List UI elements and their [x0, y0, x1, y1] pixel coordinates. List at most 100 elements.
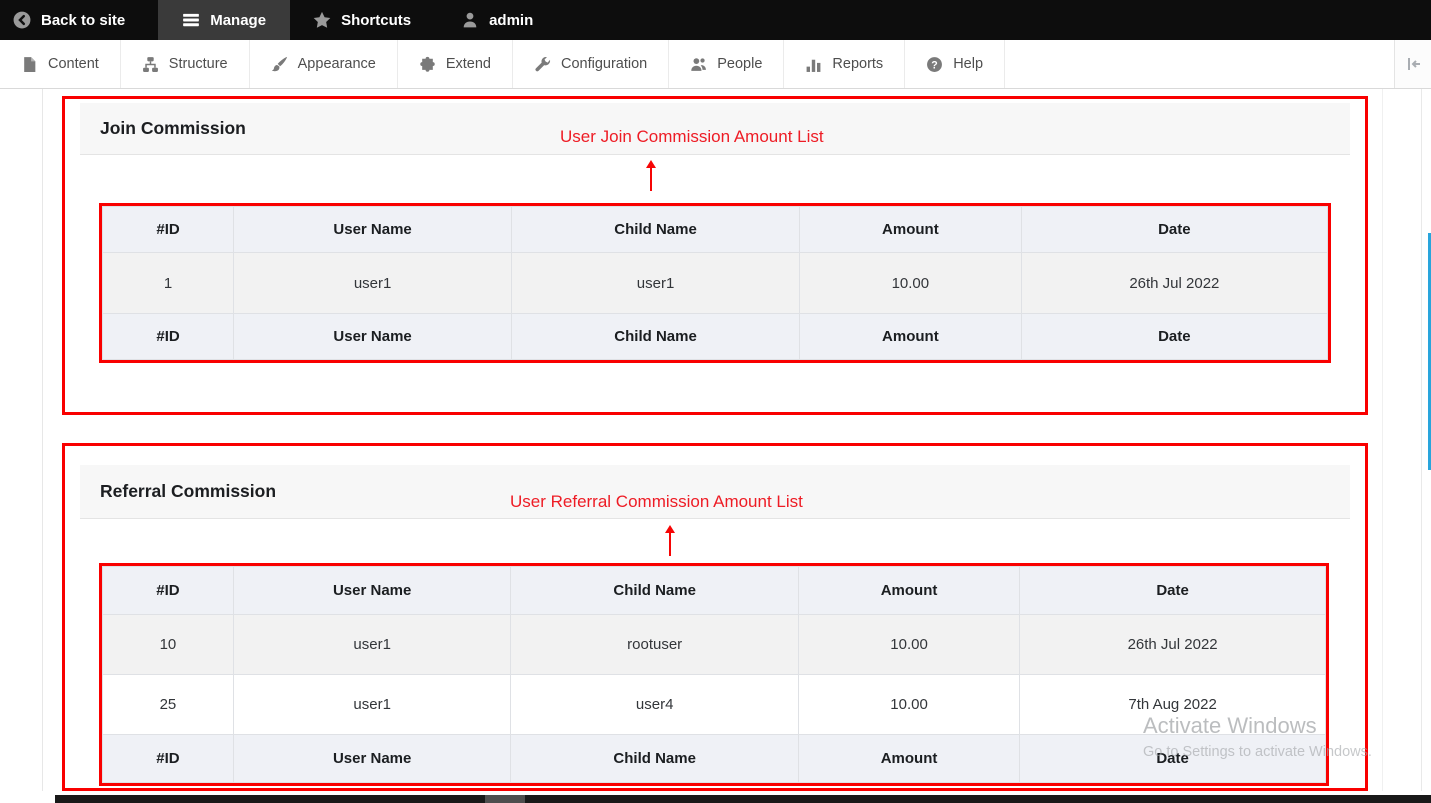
table-row: 10 user1 rootuser 10.00 26th Jul 2022	[103, 615, 1326, 675]
toolbar-orientation-toggle[interactable]	[1394, 40, 1431, 88]
col-footer-child-name: Child Name	[511, 735, 798, 783]
col-header-user-name: User Name	[234, 207, 512, 253]
menu-item-people[interactable]: People	[669, 40, 784, 88]
cell-amount: 10.00	[798, 615, 1019, 675]
menu-item-help[interactable]: ? Help	[905, 40, 1005, 88]
shortcuts-tab[interactable]: Shortcuts	[296, 0, 428, 40]
people-icon	[690, 56, 707, 73]
admin-toolbar: Back to site Manage Shortcuts admin	[0, 0, 1431, 40]
back-to-site-button[interactable]: Back to site	[0, 0, 142, 40]
table-row: 1 user1 user1 10.00 26th Jul 2022	[103, 253, 1328, 314]
referral-commission-table: #ID User Name Child Name Amount Date 10 …	[102, 566, 1326, 783]
menu-item-label: Content	[48, 56, 99, 72]
cell-id: 25	[103, 675, 234, 735]
menu-item-structure[interactable]: Structure	[121, 40, 250, 88]
col-header-amount: Amount	[800, 207, 1022, 253]
join-commission-table-wrap: #ID User Name Child Name Amount Date 1 u…	[99, 203, 1331, 363]
col-header-id: #ID	[103, 207, 234, 253]
user-icon	[461, 11, 479, 29]
paintbrush-icon	[271, 56, 288, 73]
col-footer-id: #ID	[103, 314, 234, 360]
referral-commission-title: Referral Commission	[80, 481, 276, 502]
menu-item-appearance[interactable]: Appearance	[250, 40, 398, 88]
table-footer-row: #ID User Name Child Name Amount Date	[103, 735, 1326, 783]
content-right-divider	[1382, 89, 1383, 795]
col-header-amount: Amount	[798, 567, 1019, 615]
col-header-child-name: Child Name	[511, 567, 798, 615]
cell-date: 26th Jul 2022	[1020, 615, 1326, 675]
manage-label: Manage	[210, 12, 266, 29]
col-footer-user-name: User Name	[234, 314, 512, 360]
col-header-date: Date	[1020, 567, 1326, 615]
col-footer-date: Date	[1020, 735, 1326, 783]
menu-item-label: Configuration	[561, 56, 647, 72]
referral-commission-table-wrap: #ID User Name Child Name Amount Date 10 …	[99, 563, 1329, 786]
puzzle-icon	[419, 56, 436, 73]
wrench-icon	[534, 56, 551, 73]
menu-item-label: People	[717, 56, 762, 72]
admin-user-menu[interactable]: admin	[444, 0, 550, 40]
cell-child-name: rootuser	[511, 615, 798, 675]
content-left-divider	[42, 89, 43, 795]
question-icon: ?	[926, 56, 943, 73]
menu-item-label: Extend	[446, 56, 491, 72]
cell-user-name: user1	[234, 253, 512, 314]
col-footer-id: #ID	[103, 735, 234, 783]
back-arrow-icon	[13, 11, 31, 29]
cell-id: 1	[103, 253, 234, 314]
menu-item-configuration[interactable]: Configuration	[513, 40, 669, 88]
hamburger-icon	[182, 11, 200, 29]
cell-amount: 10.00	[798, 675, 1019, 735]
menu-item-extend[interactable]: Extend	[398, 40, 513, 88]
shortcuts-label: Shortcuts	[341, 12, 411, 29]
table-header-row: #ID User Name Child Name Amount Date	[103, 567, 1326, 615]
cell-date: 7th Aug 2022	[1020, 675, 1326, 735]
cell-amount: 10.00	[800, 253, 1022, 314]
menu-item-reports[interactable]: Reports	[784, 40, 905, 88]
collapse-left-icon	[1404, 56, 1422, 72]
cell-id: 10	[103, 615, 234, 675]
col-header-date: Date	[1021, 207, 1327, 253]
page-content: Join Commission User Join Commission Amo…	[0, 89, 1431, 795]
document-icon	[21, 56, 38, 73]
col-footer-child-name: Child Name	[512, 314, 800, 360]
referral-commission-annotation: User Referral Commission Amount List	[510, 492, 803, 512]
menu-item-label: Appearance	[298, 56, 376, 72]
referral-commission-panel: Referral Commission User Referral Commis…	[62, 443, 1368, 791]
cell-date: 26th Jul 2022	[1021, 253, 1327, 314]
horizontal-scrollbar[interactable]	[55, 795, 1431, 803]
table-row: 25 user1 user4 10.00 7th Aug 2022	[103, 675, 1326, 735]
svg-text:?: ?	[931, 59, 937, 71]
join-commission-annotation: User Join Commission Amount List	[560, 127, 824, 147]
star-icon	[313, 11, 331, 29]
menu-item-content[interactable]: Content	[0, 40, 121, 88]
menu-item-label: Reports	[832, 56, 883, 72]
cell-child-name: user4	[511, 675, 798, 735]
bar-chart-icon	[805, 56, 822, 73]
horizontal-scrollbar-thumb[interactable]	[485, 795, 525, 803]
annotation-arrow-icon	[650, 163, 652, 191]
table-header-row: #ID User Name Child Name Amount Date	[103, 207, 1328, 253]
menu-item-label: Help	[953, 56, 983, 72]
join-commission-panel: Join Commission User Join Commission Amo…	[62, 96, 1368, 415]
menu-item-label: Structure	[169, 56, 228, 72]
annotation-arrow-icon	[669, 528, 671, 556]
col-footer-amount: Amount	[800, 314, 1022, 360]
table-footer-row: #ID User Name Child Name Amount Date	[103, 314, 1328, 360]
col-footer-amount: Amount	[798, 735, 1019, 783]
col-header-id: #ID	[103, 567, 234, 615]
join-commission-table: #ID User Name Child Name Amount Date 1 u…	[102, 206, 1328, 360]
manage-tab[interactable]: Manage	[158, 0, 290, 40]
col-footer-date: Date	[1021, 314, 1327, 360]
cell-user-name: user1	[233, 615, 511, 675]
sitemap-icon	[142, 56, 159, 73]
cell-user-name: user1	[233, 675, 511, 735]
screen: Back to site Manage Shortcuts admin	[0, 0, 1431, 803]
back-to-site-label: Back to site	[41, 12, 125, 29]
col-footer-user-name: User Name	[233, 735, 511, 783]
col-header-child-name: Child Name	[512, 207, 800, 253]
admin-menu-bar: Content Structure Appearance Extend Conf…	[0, 40, 1431, 89]
join-commission-title: Join Commission	[80, 118, 246, 139]
content-edge-divider	[1421, 89, 1422, 795]
admin-user-label: admin	[489, 12, 533, 29]
